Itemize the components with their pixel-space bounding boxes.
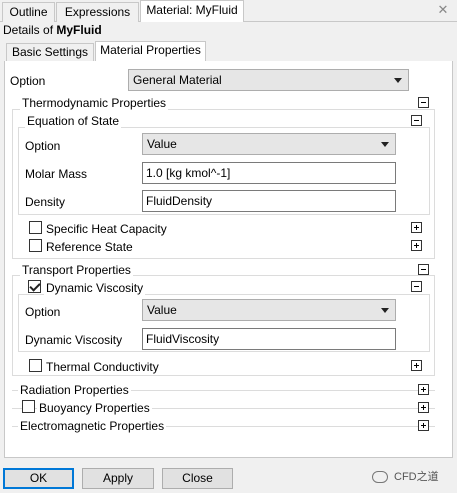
- density-field[interactable]: FluidDensity: [142, 190, 396, 212]
- apply-button[interactable]: Apply: [82, 468, 154, 489]
- dynamic-viscosity-checkbox[interactable]: [28, 280, 41, 293]
- ok-button[interactable]: OK: [3, 468, 74, 489]
- reference-state-label: Reference State: [46, 240, 133, 254]
- equation-of-state-title: Equation of State: [25, 114, 122, 128]
- buoyancy-checkbox[interactable]: [22, 400, 35, 413]
- material-option-value: General Material: [133, 73, 222, 87]
- specific-heat-label: Specific Heat Capacity: [46, 222, 167, 236]
- material-option-select[interactable]: General Material: [128, 69, 409, 91]
- expand-radiation-icon[interactable]: [418, 384, 429, 395]
- expand-reference-state-icon[interactable]: [411, 240, 422, 251]
- option-label: Option: [10, 74, 46, 88]
- chevron-down-icon: [381, 142, 389, 147]
- tab-basic-settings[interactable]: Basic Settings: [6, 43, 94, 62]
- tab-outline[interactable]: Outline: [2, 2, 55, 22]
- thermodynamic-title: Thermodynamic Properties: [20, 96, 169, 110]
- molar-mass-label: Molar Mass: [25, 167, 88, 181]
- checkmark-icon: [29, 280, 41, 292]
- collapse-eos-icon[interactable]: [411, 115, 422, 126]
- molar-mass-field[interactable]: 1.0 [kg kmol^-1]: [142, 162, 396, 184]
- dynamic-viscosity-title: Dynamic Viscosity: [44, 281, 146, 295]
- chevron-down-icon: [381, 308, 389, 313]
- chevron-down-icon: [394, 78, 402, 83]
- density-label: Density: [25, 195, 66, 209]
- dynamic-viscosity-field[interactable]: FluidViscosity: [142, 328, 396, 350]
- transport-title: Transport Properties: [20, 263, 133, 277]
- details-title: Details of MyFluid: [3, 23, 102, 37]
- electromagnetic-title: Electromagnetic Properties: [18, 419, 167, 433]
- tab-material-properties[interactable]: Material Properties: [95, 41, 206, 62]
- buoyancy-title: Buoyancy Properties: [37, 401, 152, 415]
- close-button[interactable]: Close: [162, 468, 233, 489]
- collapse-dynamic-viscosity-icon[interactable]: [411, 281, 422, 292]
- dynamic-viscosity-label: Dynamic Viscosity: [25, 333, 123, 347]
- dyn-option-label: Option: [25, 305, 61, 319]
- expand-buoyancy-icon[interactable]: [418, 402, 429, 413]
- radiation-title: Radiation Properties: [18, 383, 131, 397]
- dyn-option-value: Value: [147, 303, 177, 317]
- thermal-conductivity-label: Thermal Conductivity: [46, 360, 159, 374]
- wechat-icon: [372, 471, 388, 484]
- eos-option-label: Option: [25, 139, 61, 153]
- tab-expressions[interactable]: Expressions: [56, 2, 139, 22]
- tab-material-myfluid[interactable]: Material: MyFluid: [140, 0, 244, 23]
- expand-thermal-conductivity-icon[interactable]: [411, 360, 422, 371]
- expand-electromagnetic-icon[interactable]: [418, 420, 429, 431]
- collapse-thermodynamic-icon[interactable]: [418, 97, 429, 108]
- close-icon[interactable]: ✕: [436, 3, 450, 17]
- expand-specific-heat-icon[interactable]: [411, 222, 422, 233]
- collapse-transport-icon[interactable]: [418, 264, 429, 275]
- reference-state-checkbox[interactable]: [29, 239, 42, 252]
- specific-heat-checkbox[interactable]: [29, 221, 42, 234]
- watermark: CFD之道: [372, 468, 439, 484]
- eos-option-select[interactable]: Value: [142, 133, 396, 155]
- dyn-option-select[interactable]: Value: [142, 299, 396, 321]
- thermal-conductivity-checkbox[interactable]: [29, 359, 42, 372]
- eos-option-value: Value: [147, 137, 177, 151]
